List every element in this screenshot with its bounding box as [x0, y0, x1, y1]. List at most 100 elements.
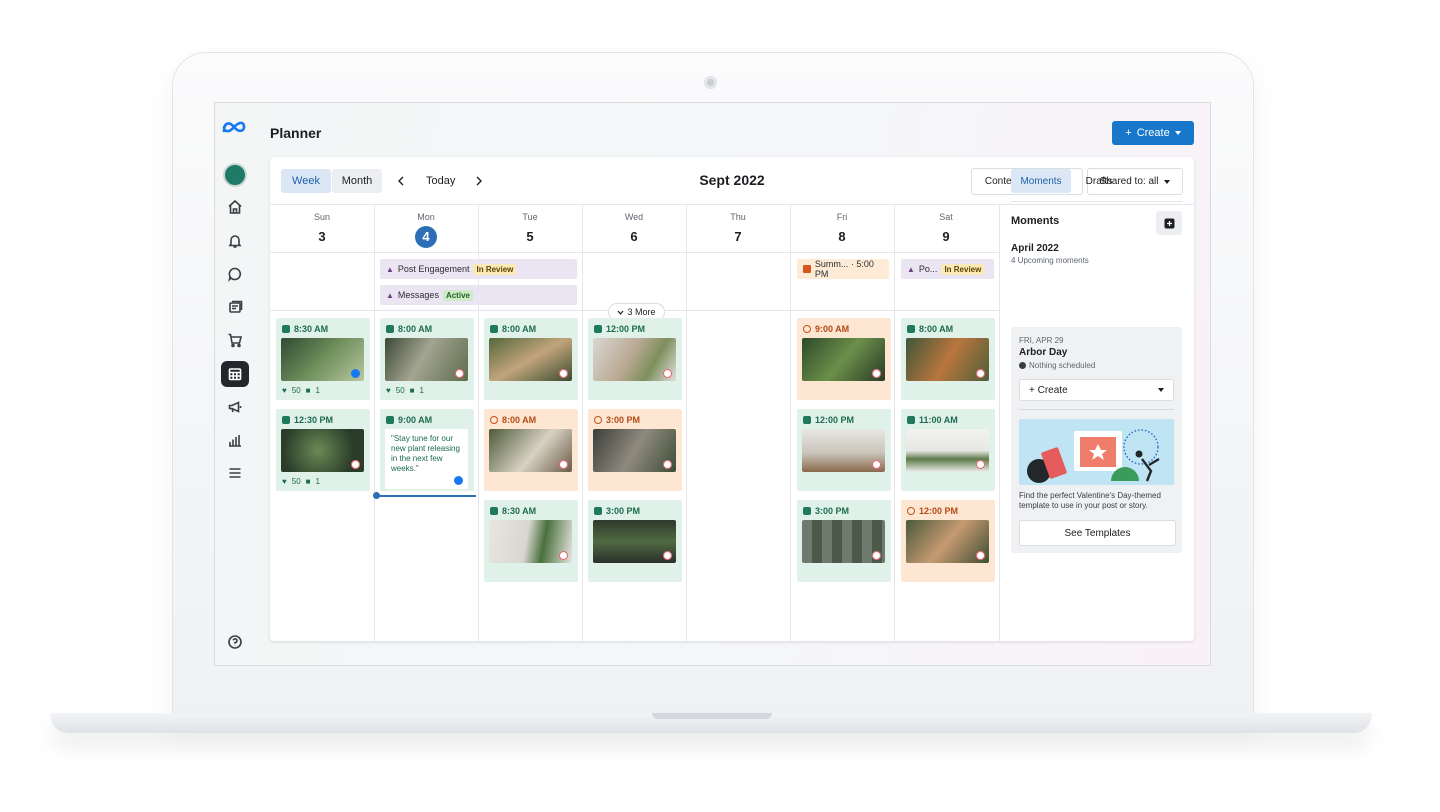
- upcoming-count: 4 Upcoming moments: [1011, 256, 1089, 265]
- post-card[interactable]: 3:00 PM: [588, 500, 682, 582]
- post-type-icon: [594, 507, 602, 515]
- post-thumbnail: [281, 338, 364, 381]
- bell-icon[interactable]: [221, 228, 249, 254]
- meta-logo-icon: [222, 121, 246, 133]
- post-card[interactable]: 12:00 PM: [901, 500, 995, 582]
- tab-moments[interactable]: Moments: [1011, 169, 1071, 193]
- post-card[interactable]: 12:30 PM ♥ 50 ■ 1: [276, 409, 370, 491]
- post-thumbnail: [281, 429, 364, 472]
- day-date-today[interactable]: 4: [415, 226, 437, 248]
- facebook-icon: [454, 476, 463, 485]
- day-header-sat: Sat 9: [894, 212, 998, 248]
- event-icon: [803, 265, 811, 273]
- scheduled-icon: [907, 507, 915, 515]
- post-card[interactable]: 12:00 PM: [588, 318, 682, 400]
- post-time: 8:00 AM: [502, 415, 537, 425]
- post-thumbnail: [489, 338, 572, 381]
- home-icon[interactable]: [221, 194, 249, 220]
- post-card[interactable]: 8:30 AM: [484, 500, 578, 582]
- plus-icon: +: [1125, 127, 1132, 139]
- column-divider: [686, 204, 687, 641]
- day-header-sun: Sun 3: [270, 212, 374, 248]
- banner-label: Post Engagement: [397, 264, 470, 274]
- instagram-icon: [351, 460, 360, 469]
- help-icon[interactable]: [221, 629, 249, 655]
- likes-count: 50: [291, 386, 301, 395]
- ad-banner-post-engagement[interactable]: ▲ Post Engagement In Review: [380, 259, 577, 279]
- post-card[interactable]: 8:00 AM ♥ 50 ■ 1: [380, 318, 474, 400]
- scheduled-icon: [594, 416, 602, 424]
- post-time: 8:00 AM: [502, 324, 537, 334]
- event-banner-summer[interactable]: Summ... · 5:00 PM: [797, 259, 889, 279]
- ad-banner-messages[interactable]: ▲ Messages Active: [380, 285, 577, 305]
- post-thumbnail: [802, 429, 885, 472]
- post-card[interactable]: 8:00 AM: [484, 409, 578, 491]
- tab-drafts[interactable]: Drafts: [1074, 169, 1124, 193]
- day-date[interactable]: 3: [311, 226, 333, 248]
- show-more-label: 3 More: [627, 307, 656, 317]
- post-quote-text: "Stay tune for our new plant releasing i…: [391, 434, 460, 473]
- post-thumbnail: [593, 429, 676, 472]
- chat-icon[interactable]: [221, 261, 249, 287]
- banner-label: Po...: [918, 264, 938, 274]
- avatar[interactable]: [223, 163, 247, 187]
- post-time: 8:00 AM: [398, 324, 433, 334]
- megaphone-icon: ▲: [907, 264, 915, 274]
- post-card[interactable]: 11:00 AM: [901, 409, 995, 491]
- post-text-preview: "Stay tune for our new plant releasing i…: [385, 429, 468, 489]
- post-card[interactable]: 8:00 AM: [901, 318, 995, 400]
- day-date[interactable]: 5: [519, 226, 541, 248]
- megaphone-icon[interactable]: [221, 394, 249, 420]
- scheduled-icon: [803, 325, 811, 333]
- app-screen: Planner + Create Week Month Today Sept 2…: [214, 102, 1211, 666]
- chevron-down-icon: [1158, 388, 1164, 392]
- create-button[interactable]: + Create: [1112, 121, 1194, 145]
- page-title: Planner: [270, 125, 322, 141]
- instagram-icon: [663, 369, 672, 378]
- insights-chart-icon[interactable]: [221, 427, 249, 453]
- menu-icon[interactable]: [221, 460, 249, 486]
- day-date[interactable]: 9: [935, 226, 957, 248]
- instagram-icon: [559, 369, 568, 378]
- comment-icon: ■: [305, 477, 311, 486]
- post-time: 9:00 AM: [398, 415, 433, 425]
- create-button-label: Create: [1136, 127, 1170, 139]
- post-thumbnail: [906, 338, 989, 381]
- post-card[interactable]: 12:00 PM: [797, 409, 891, 491]
- ad-banner-po[interactable]: ▲ Po... In Review: [901, 259, 994, 279]
- scheduled-icon: [490, 416, 498, 424]
- heart-icon: ♥: [282, 477, 287, 486]
- comments-count: 1: [315, 477, 320, 486]
- post-card[interactable]: 8:00 AM: [484, 318, 578, 400]
- planner-calendar-icon[interactable]: [221, 361, 249, 387]
- add-moment-button[interactable]: [1156, 211, 1182, 235]
- posts-icon[interactable]: [221, 294, 249, 320]
- day-date[interactable]: 6: [623, 226, 645, 248]
- post-type-icon: [907, 325, 915, 333]
- post-type-icon: [490, 325, 498, 333]
- see-templates-button[interactable]: See Templates: [1019, 520, 1176, 546]
- moment-create-dropdown[interactable]: + Create: [1019, 379, 1174, 401]
- post-thumbnail: [593, 520, 676, 563]
- post-card[interactable]: 9:00 AM: [797, 318, 891, 400]
- camera: [704, 76, 717, 89]
- post-time: 8:00 AM: [919, 324, 954, 334]
- post-time: 12:30 PM: [294, 415, 334, 425]
- post-card[interactable]: 3:00 PM: [797, 500, 891, 582]
- post-time: 12:00 PM: [606, 324, 646, 334]
- post-thumbnail: [489, 520, 572, 563]
- post-time: 3:00 PM: [606, 506, 641, 516]
- day-header-thu: Thu 7: [686, 212, 790, 248]
- day-date[interactable]: 7: [727, 226, 749, 248]
- cart-icon[interactable]: [221, 327, 249, 353]
- day-header-wed: Wed 6: [582, 212, 686, 248]
- comments-count: 1: [419, 386, 424, 395]
- post-card[interactable]: 3:00 PM: [588, 409, 682, 491]
- post-thumbnail: [802, 338, 885, 381]
- instagram-icon: [455, 369, 464, 378]
- day-name: Thu: [730, 212, 746, 222]
- day-date[interactable]: 8: [831, 226, 853, 248]
- instagram-icon: [872, 551, 881, 560]
- post-card[interactable]: 8:30 AM ♥ 50 ■ 1: [276, 318, 370, 400]
- post-card[interactable]: 9:00 AM "Stay tune for our new plant rel…: [380, 409, 474, 491]
